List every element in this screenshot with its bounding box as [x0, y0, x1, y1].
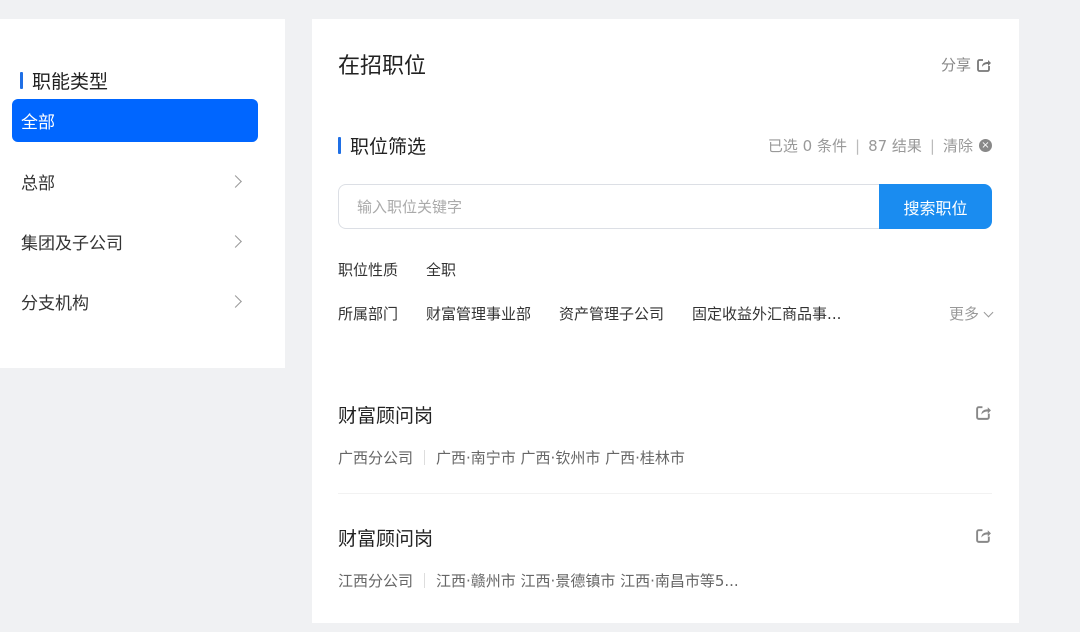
filter-option-wealth[interactable]: 财富管理事业部 [426, 303, 531, 324]
share-icon[interactable] [975, 404, 992, 421]
sidebar-item-all[interactable]: 全部 [12, 99, 258, 142]
filter-title-text: 职位筛选 [350, 136, 427, 158]
divider [424, 573, 426, 588]
result-count: 87 结果 [868, 137, 922, 155]
chevron-right-icon [229, 295, 242, 308]
job-locations: 广西·南宁市 广西·钦州市 广西·桂林市 [436, 449, 685, 467]
search-input[interactable] [338, 184, 879, 229]
filter-row-nature: 职位性质 全职 [338, 259, 456, 280]
more-button[interactable]: 更多 [948, 303, 994, 324]
separator: | [929, 136, 935, 155]
close-circle-icon: × [979, 139, 992, 152]
title-accent-bar [338, 137, 341, 154]
sidebar-item-label: 总部 [21, 174, 55, 194]
job-company: 广西分公司 [338, 449, 414, 467]
filter-option-asset-mgmt[interactable]: 资产管理子公司 [559, 303, 664, 324]
clear-label: 清除 [942, 137, 973, 155]
sidebar-title: 职能类型 [20, 67, 108, 94]
divider [338, 493, 992, 494]
sidebar: 职能类型 全部 总部 集团及子公司 分支机构 [0, 19, 285, 368]
divider [424, 450, 426, 465]
clear-button[interactable]: 清除 × [943, 135, 992, 156]
filter-row-department: 所属部门 财富管理事业部 资产管理子公司 固定收益外汇商品事... [338, 303, 841, 324]
job-meta: 广西分公司 广西·南宁市 广西·钦州市 广西·桂林市 [338, 447, 685, 468]
share-button[interactable]: 分享 [941, 54, 992, 75]
more-label: 更多 [948, 305, 979, 323]
share-label: 分享 [940, 56, 971, 74]
sidebar-item-branches[interactable]: 分支机构 [12, 280, 258, 323]
chevron-right-icon [229, 175, 242, 188]
chevron-down-icon [983, 307, 994, 317]
sidebar-item-label: 全部 [21, 113, 55, 133]
filter-summary: 已选 0 条件 | 87 结果 | 清除 × [768, 135, 992, 156]
filter-title: 职位筛选 [338, 132, 426, 159]
job-company: 江西分公司 [338, 572, 414, 590]
sidebar-item-label: 分支机构 [21, 294, 89, 314]
filter-label-nature: 职位性质 [338, 261, 399, 279]
title-accent-bar [20, 72, 23, 89]
filter-label-department: 所属部门 [338, 305, 399, 323]
share-icon[interactable] [975, 527, 992, 544]
job-locations: 江西·赣州市 江西·景德镇市 江西·南昌市等5... [436, 572, 739, 590]
separator: | [855, 136, 861, 155]
search-bar: 搜索职位 [338, 184, 992, 229]
sidebar-item-group-subsidiaries[interactable]: 集团及子公司 [12, 220, 258, 263]
page-title: 在招职位 [338, 54, 427, 79]
share-icon [977, 58, 991, 72]
sidebar-item-label: 集团及子公司 [21, 234, 123, 254]
search-button[interactable]: 搜索职位 [879, 184, 992, 229]
selected-count: 已选 0 条件 [767, 137, 847, 155]
filter-option-fulltime[interactable]: 全职 [426, 259, 456, 280]
job-card[interactable]: 财富顾问岗 江西分公司 江西·赣州市 江西·景德镇市 江西·南昌市等5... [338, 524, 992, 632]
job-title[interactable]: 财富顾问岗 [338, 524, 433, 551]
filter-option-fixed-income[interactable]: 固定收益外汇商品事... [692, 303, 841, 324]
sidebar-title-text: 职能类型 [32, 71, 109, 93]
chevron-right-icon [229, 235, 242, 248]
job-title[interactable]: 财富顾问岗 [338, 401, 433, 428]
job-meta: 江西分公司 江西·赣州市 江西·景德镇市 江西·南昌市等5... [338, 570, 739, 591]
sidebar-item-headquarters[interactable]: 总部 [12, 160, 258, 203]
main-panel: 在招职位 分享 职位筛选 已选 0 条件 | 87 结果 | 清除 × 搜索职位… [312, 19, 1019, 623]
